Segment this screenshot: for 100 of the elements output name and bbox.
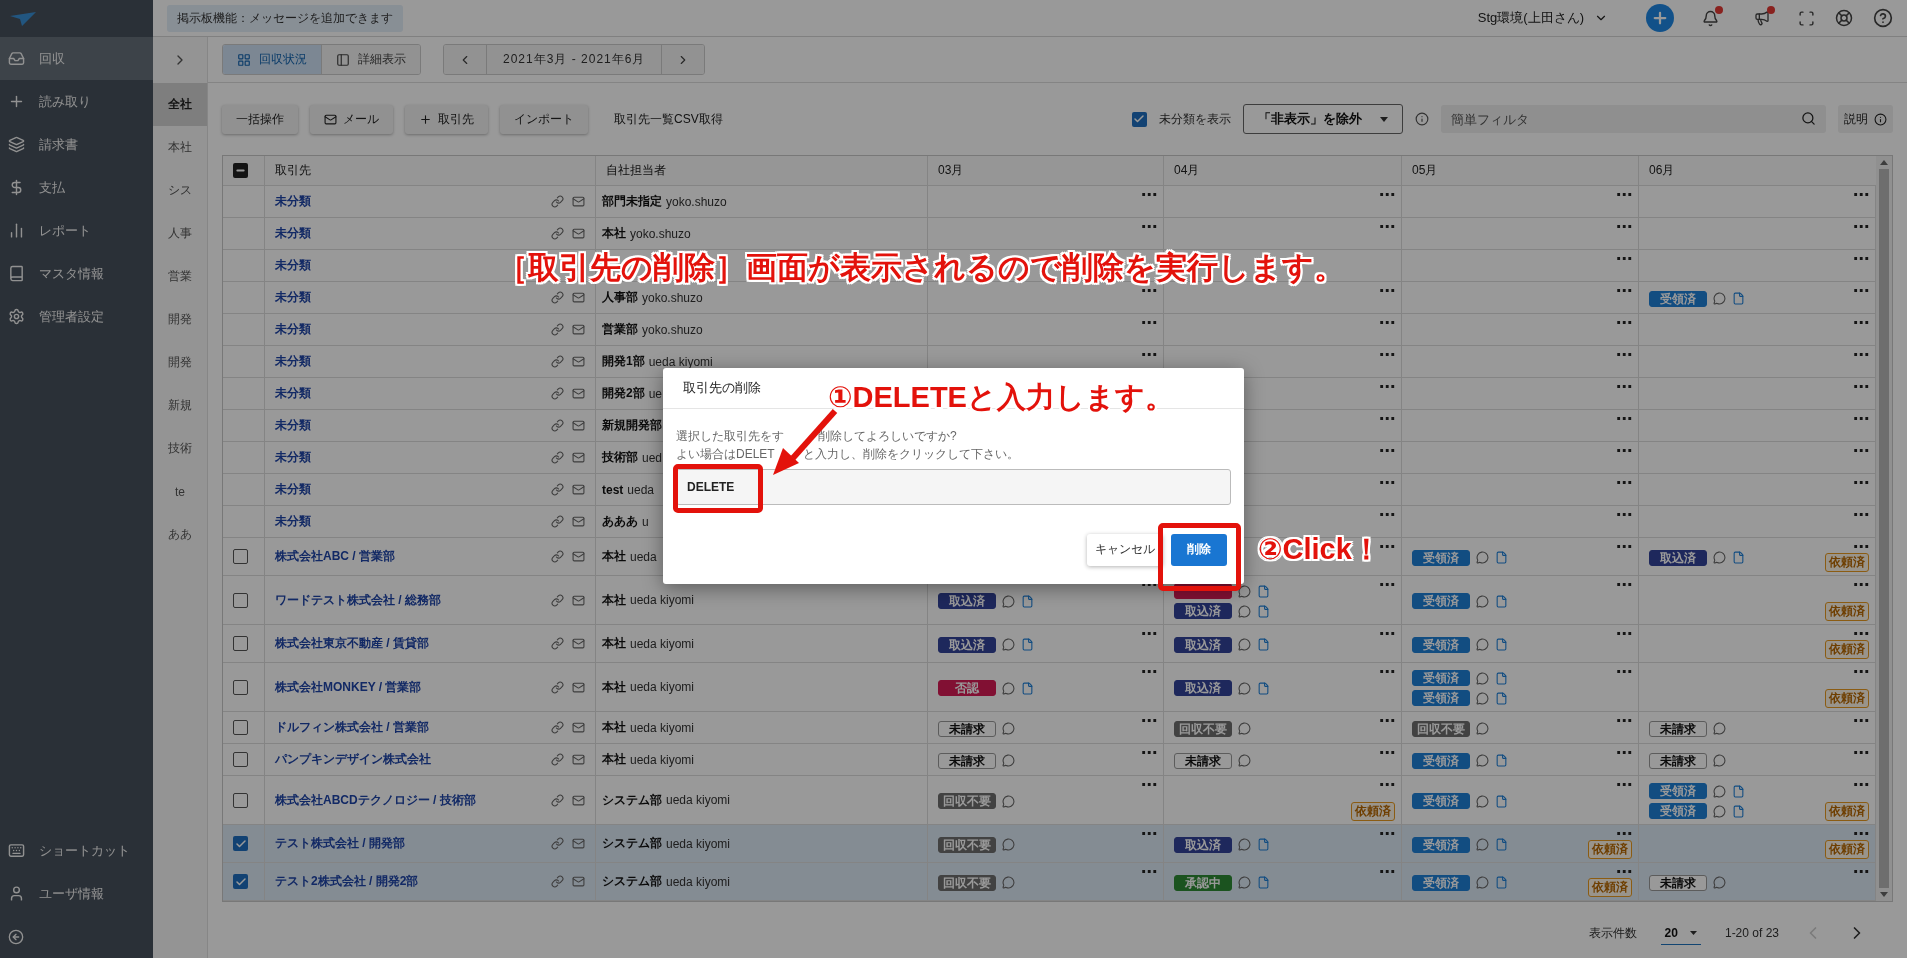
link-icon[interactable] xyxy=(551,323,564,336)
mail-icon[interactable] xyxy=(572,875,585,888)
partner-link[interactable]: テスト株式会社 / 開発部 xyxy=(275,835,405,852)
comment-icon[interactable] xyxy=(1238,584,1251,598)
more-button[interactable]: ⋯ xyxy=(1853,189,1869,201)
more-button[interactable]: ⋯ xyxy=(1141,628,1157,640)
comment-icon[interactable] xyxy=(1476,551,1489,564)
more-button[interactable]: ⋯ xyxy=(1853,509,1869,521)
comment-icon[interactable] xyxy=(1238,681,1251,695)
comment-icon[interactable] xyxy=(1713,754,1726,767)
more-button[interactable]: ⋯ xyxy=(1379,666,1395,678)
comment-icon[interactable] xyxy=(1713,292,1726,305)
row-checkbox[interactable] xyxy=(233,720,248,735)
sidebar-item[interactable]: 読み取り xyxy=(0,80,153,123)
file-icon[interactable] xyxy=(1732,551,1745,564)
row-checkbox[interactable] xyxy=(233,792,248,808)
link-icon[interactable] xyxy=(551,419,564,432)
file-icon[interactable] xyxy=(1257,638,1270,651)
add-button[interactable] xyxy=(1646,4,1674,32)
more-button[interactable]: ⋯ xyxy=(1616,579,1632,591)
more-button[interactable]: ⋯ xyxy=(1379,628,1395,640)
comment-icon[interactable] xyxy=(1476,838,1489,851)
link-icon[interactable] xyxy=(551,451,564,464)
comment-icon[interactable] xyxy=(1238,876,1251,889)
file-icon[interactable] xyxy=(1495,838,1508,851)
more-button[interactable]: ⋯ xyxy=(1616,715,1632,727)
more-button[interactable]: ⋯ xyxy=(1853,253,1869,265)
department-tab[interactable]: 開発 xyxy=(153,341,207,384)
filter-field[interactable]: 簡単フィルタ xyxy=(1440,105,1826,133)
scroll-down-icon[interactable] xyxy=(1880,892,1888,897)
more-button[interactable]: ⋯ xyxy=(1379,779,1395,791)
info-icon[interactable] xyxy=(1414,112,1429,126)
file-icon[interactable] xyxy=(1021,681,1034,695)
partner-link[interactable]: 未分類 xyxy=(275,225,311,242)
comment-icon[interactable] xyxy=(1713,784,1726,798)
mail-icon[interactable] xyxy=(572,753,585,766)
file-icon[interactable] xyxy=(1495,794,1508,808)
more-button[interactable]: ⋯ xyxy=(1616,349,1632,361)
department-tab[interactable]: 全社 xyxy=(153,83,207,126)
more-button[interactable]: ⋯ xyxy=(1141,285,1157,297)
comment-icon[interactable] xyxy=(1476,691,1489,705)
comment-icon[interactable] xyxy=(1476,754,1489,767)
sidebar-item[interactable]: ショートカット xyxy=(0,829,153,872)
more-button[interactable]: ⋯ xyxy=(1616,828,1632,840)
comment-icon[interactable] xyxy=(1238,754,1251,767)
more-button[interactable]: ⋯ xyxy=(1141,715,1157,727)
action-button[interactable]: メール xyxy=(310,104,393,134)
more-button[interactable]: ⋯ xyxy=(1853,828,1869,840)
comment-icon[interactable] xyxy=(1238,722,1251,735)
file-icon[interactable] xyxy=(1257,876,1270,889)
comment-icon[interactable] xyxy=(1713,551,1726,564)
more-button[interactable]: ⋯ xyxy=(1616,445,1632,457)
comment-icon[interactable] xyxy=(1476,794,1489,808)
link-icon[interactable] xyxy=(551,793,564,807)
mail-icon[interactable] xyxy=(572,515,585,528)
more-button[interactable]: ⋯ xyxy=(1853,317,1869,329)
link-icon[interactable] xyxy=(551,355,564,368)
sidebar-item[interactable]: ユーザ情報 xyxy=(0,872,153,915)
partner-link[interactable]: 未分類 xyxy=(275,449,311,466)
more-button[interactable]: ⋯ xyxy=(1379,828,1395,840)
partner-link[interactable]: 未分類 xyxy=(275,353,311,370)
more-button[interactable]: ⋯ xyxy=(1616,509,1632,521)
department-tab[interactable]: 開発 xyxy=(153,298,207,341)
action-button[interactable]: インポート xyxy=(500,104,588,134)
megaphone-icon[interactable] xyxy=(1752,8,1772,28)
department-tab[interactable]: 営業 xyxy=(153,255,207,298)
more-button[interactable]: ⋯ xyxy=(1853,666,1869,678)
file-icon[interactable] xyxy=(1495,691,1508,705)
partner-link[interactable]: 株式会社ABC / 営業部 xyxy=(275,548,395,565)
file-icon[interactable] xyxy=(1495,551,1508,564)
more-button[interactable]: ⋯ xyxy=(1379,189,1395,201)
more-button[interactable]: ⋯ xyxy=(1853,579,1869,591)
row-checkbox[interactable] xyxy=(233,592,248,608)
comment-icon[interactable] xyxy=(1713,722,1726,735)
partner-link[interactable]: 未分類 xyxy=(275,385,311,402)
more-button[interactable]: ⋯ xyxy=(1141,221,1157,233)
more-button[interactable]: ⋯ xyxy=(1853,221,1869,233)
more-button[interactable]: ⋯ xyxy=(1379,509,1395,521)
row-checkbox[interactable] xyxy=(233,679,248,695)
notice-banner[interactable]: 掲示板機能：メッセージを追加できます xyxy=(167,4,403,32)
more-button[interactable]: ⋯ xyxy=(1141,189,1157,201)
file-icon[interactable] xyxy=(1495,638,1508,651)
comment-icon[interactable] xyxy=(1002,794,1015,808)
collapse-icon[interactable] xyxy=(8,928,24,945)
more-button[interactable]: ⋯ xyxy=(1141,349,1157,361)
scroll-up-icon[interactable] xyxy=(1880,160,1888,165)
more-button[interactable]: ⋯ xyxy=(1141,779,1157,791)
more-button[interactable]: ⋯ xyxy=(1379,715,1395,727)
partner-link[interactable]: テスト2株式会社 / 開発2部 xyxy=(275,873,419,890)
more-button[interactable]: ⋯ xyxy=(1853,628,1869,640)
file-icon[interactable] xyxy=(1257,604,1270,618)
mail-icon[interactable] xyxy=(572,793,585,807)
more-button[interactable]: ⋯ xyxy=(1379,285,1395,297)
comment-icon[interactable] xyxy=(1476,722,1489,735)
file-icon[interactable] xyxy=(1732,804,1745,818)
link-icon[interactable] xyxy=(551,515,564,528)
more-button[interactable]: ⋯ xyxy=(1616,381,1632,393)
more-button[interactable]: ⋯ xyxy=(1379,317,1395,329)
comment-icon[interactable] xyxy=(1002,754,1015,767)
more-button[interactable]: ⋯ xyxy=(1616,628,1632,640)
